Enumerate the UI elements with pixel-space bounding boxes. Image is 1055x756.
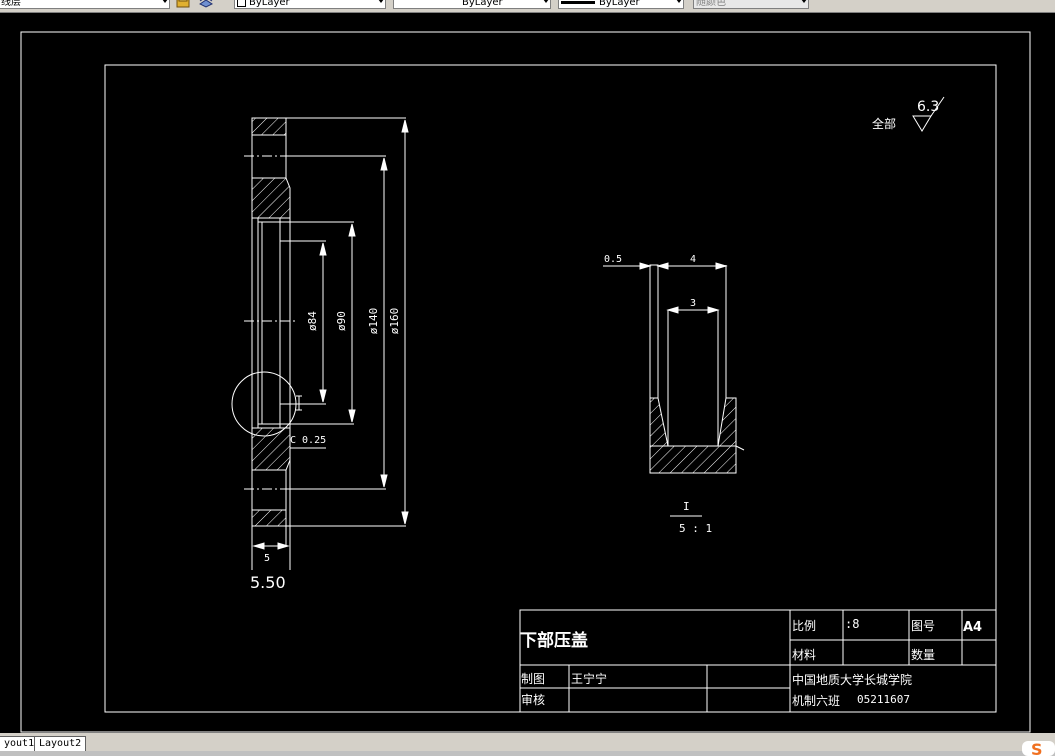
surface-symbol-label: 全部 xyxy=(872,116,896,131)
plotstyle-dropdown[interactable]: 随颜色 xyxy=(693,0,809,9)
chevron-down-icon xyxy=(162,0,168,3)
plotstyle-dropdown-value: 随颜色 xyxy=(696,0,726,8)
dim-phi90-text: ø90 xyxy=(335,311,348,331)
detail-dim-3-text: 3 xyxy=(690,298,696,309)
layer-dropdown[interactable]: 线层 xyxy=(0,0,170,9)
lineweight-sample-icon xyxy=(561,0,595,4)
chevron-down-icon xyxy=(676,0,682,3)
hatch-top xyxy=(251,117,287,136)
hatch-lower xyxy=(251,427,291,471)
drawing-no-value: A4 xyxy=(963,620,982,635)
color-swatch-icon xyxy=(237,0,246,7)
dim-phi84-text: ø84 xyxy=(306,311,319,331)
chevron-down-icon xyxy=(801,0,807,3)
part-name: 下部压盖 xyxy=(520,630,588,651)
dim-5-text: 5 xyxy=(264,553,270,564)
detail-dim-05-text: 0.5 xyxy=(604,254,622,265)
detail-ref-label: I xyxy=(683,500,690,513)
drawn-name: 王宁宁 xyxy=(571,671,607,686)
detail-dimensions xyxy=(639,262,728,517)
dim-phi160-text: ø160 xyxy=(388,308,401,335)
horizontal-scrollbar[interactable] xyxy=(0,751,1055,756)
main-section-view[interactable] xyxy=(231,117,302,545)
linetype-dropdown[interactable]: ByLayer xyxy=(393,0,551,9)
hatch-upper xyxy=(251,177,291,219)
quantity-label: 数量 xyxy=(911,647,935,662)
color-dropdown-value: ByLayer xyxy=(249,0,290,8)
properties-toolbar: 线层 ByLayer ByLayer ByLayer 随颜色 xyxy=(0,0,1055,13)
hatch-bottom xyxy=(251,509,287,527)
color-dropdown[interactable]: ByLayer xyxy=(234,0,386,9)
detail-dim-4-text: 4 xyxy=(690,254,696,265)
student-id: 05211607 xyxy=(857,693,910,706)
detail-scale-label: 5 : 1 xyxy=(679,522,712,535)
svg-text:S: S xyxy=(1031,741,1043,756)
drawing-frame xyxy=(104,64,997,713)
lineweight-dropdown[interactable]: ByLayer xyxy=(558,0,684,9)
layer-states-icon[interactable] xyxy=(176,0,190,8)
class-name: 机制六班 xyxy=(792,694,840,708)
paper-outer-border xyxy=(20,31,1031,733)
input-method-logo-icon[interactable]: S xyxy=(1022,741,1055,756)
material-label: 材料 xyxy=(792,648,816,662)
checked-label: 审核 xyxy=(521,692,545,707)
school-name: 中国地质大学长城学院 xyxy=(792,672,912,687)
linetype-dropdown-value: ByLayer xyxy=(462,0,503,8)
drawing-canvas[interactable]: ø84 ø90 ø140 ø160 C 0.25 5 5.50 全部 6.3 0… xyxy=(0,13,1055,733)
drawn-label: 制图 xyxy=(521,672,545,686)
dim-phi140-text: ø140 xyxy=(367,308,380,335)
roughness-value: 6.3 xyxy=(917,99,939,115)
layout-tab-bar: yout1 Layout2 xyxy=(0,733,1055,756)
scale-label: 比例 xyxy=(792,619,816,633)
dim-550-text: 5.50 xyxy=(250,573,286,592)
drawing-no-label: 图号 xyxy=(911,619,935,633)
layer-dropdown-value: 线层 xyxy=(1,0,21,8)
lineweight-dropdown-value: ByLayer xyxy=(599,0,640,8)
chevron-down-icon xyxy=(378,0,384,3)
tab-layout2[interactable]: Layout2 xyxy=(34,736,87,751)
layer-previous-icon[interactable] xyxy=(199,0,213,8)
scale-value: :8 xyxy=(845,617,859,631)
chevron-down-icon xyxy=(543,0,549,3)
chamfer-text: C 0.25 xyxy=(290,435,326,446)
detail-view[interactable] xyxy=(603,264,745,474)
